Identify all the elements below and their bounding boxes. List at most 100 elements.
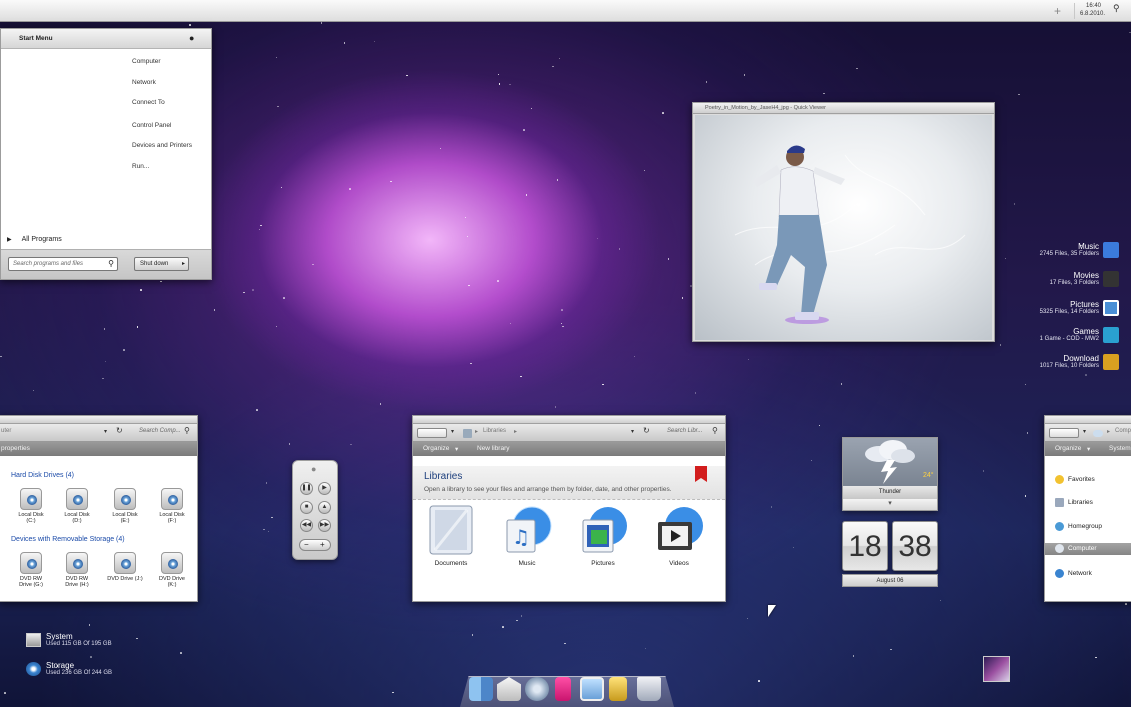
library-label: Pictures [591, 560, 615, 567]
storage-status[interactable]: Storage Used 236 GB Of 244 GB [26, 661, 112, 676]
chevron-down-icon[interactable]: ▾ [631, 428, 634, 439]
pause-button[interactable]: ❚❚ [300, 482, 313, 495]
start-item-network[interactable]: Network [132, 79, 156, 86]
start-item-computer[interactable]: Computer [132, 58, 161, 65]
system-properties-button[interactable]: System [1109, 445, 1131, 452]
eject-button[interactable]: ▲ [318, 501, 331, 514]
side-lib-name: Movies [1073, 271, 1099, 280]
nav-homegroup[interactable]: Homegroup [1045, 521, 1131, 533]
address-bar[interactable]: uter [1, 428, 11, 439]
drive-h[interactable]: DVD RW Drive (H:) [57, 552, 97, 588]
nav-network[interactable]: Network [1045, 568, 1131, 580]
address-bar[interactable]: Libraries [483, 428, 506, 439]
library-documents[interactable]: Documents [421, 504, 481, 567]
library-videos[interactable]: Videos [649, 504, 709, 567]
weather-widget[interactable]: 24° Thunder ▾ [842, 437, 938, 511]
chevron-right-icon[interactable]: ▸ [182, 260, 185, 267]
utilities-icon[interactable] [609, 677, 627, 701]
drive-d[interactable]: Local Disk (D:) [57, 488, 97, 524]
chevron-down-icon[interactable]: ▾ [455, 445, 458, 453]
star [320, 22, 323, 24]
chevron-down-icon[interactable]: ▾ [104, 428, 107, 439]
film-icon[interactable] [1103, 271, 1119, 287]
explorer-titlebar[interactable] [1045, 416, 1131, 424]
shutdown-button[interactable]: Shut down ▸ [134, 257, 189, 271]
chevron-down-icon[interactable]: ▾ [451, 428, 454, 439]
system-status[interactable]: System Used 115 GB Of 195 GB [26, 632, 112, 647]
star [818, 424, 821, 427]
library-pictures[interactable]: Pictures [573, 504, 633, 567]
nav-label: Favorites [1068, 476, 1095, 483]
refresh-icon[interactable]: ↻ [116, 426, 123, 437]
start-item-control-panel[interactable]: Control Panel [132, 122, 171, 129]
search-icon[interactable]: ⚲ [108, 259, 114, 268]
new-library-button[interactable]: New library [477, 445, 510, 452]
start-item-connect-to[interactable]: Connect To [132, 99, 165, 106]
clock-time[interactable]: 16:40 [1086, 3, 1101, 9]
side-lib-movies[interactable]: Movies 17 Files, 3 Folders [1029, 271, 1099, 286]
drive-k[interactable]: DVD Drive (K:) [152, 552, 192, 588]
search-input[interactable]: Search Comp... [139, 428, 181, 439]
start-search-input[interactable]: Search programs and files ⚲ [8, 257, 118, 271]
desktop-thumbnail[interactable] [983, 656, 1010, 682]
quick-viewer-titlebar[interactable]: Poetry_in_Motion_by_JaseH4_jpg - Quick V… [693, 103, 994, 114]
play-button[interactable]: ▶ [318, 482, 331, 495]
chevron-down-icon[interactable]: ▾ [1087, 445, 1090, 453]
address-bar[interactable]: Comp [1115, 428, 1131, 439]
drive-f[interactable]: Local Disk (F:) [152, 488, 192, 524]
trash-icon[interactable] [637, 677, 661, 701]
refresh-icon[interactable]: ↻ [643, 426, 650, 437]
organize-button[interactable]: Organize [423, 445, 449, 452]
search-icon[interactable]: ⚲ [1113, 3, 1120, 14]
search-icon[interactable]: ⚲ [712, 426, 718, 437]
star [747, 358, 749, 361]
drive-c[interactable]: Local Disk (C:) [11, 488, 51, 524]
group-removable-storage[interactable]: Devices with Removable Storage (4) [11, 536, 125, 543]
preview-icon[interactable] [580, 677, 604, 701]
finder-icon[interactable] [469, 677, 493, 701]
star [564, 642, 566, 645]
back-forward-buttons[interactable] [1049, 428, 1079, 438]
start-item-run[interactable]: Run... [132, 163, 149, 170]
group-hard-disk-drives[interactable]: Hard Disk Drives (4) [11, 472, 74, 479]
safari-icon[interactable] [525, 677, 549, 701]
search-input[interactable]: Search Libr... [667, 428, 702, 439]
stop-button[interactable]: ■ [300, 501, 313, 514]
properties-button[interactable]: properties [1, 445, 30, 452]
volume-control[interactable]: − + [299, 539, 331, 551]
drive-e[interactable]: Local Disk (E:) [105, 488, 145, 524]
chevron-down-icon[interactable]: ▾ [843, 499, 937, 510]
search-icon[interactable]: ⚲ [184, 426, 190, 437]
rewind-button[interactable]: ◀◀ [300, 519, 313, 532]
side-lib-music[interactable]: Music 2745 Files, 35 Folders [1029, 242, 1099, 257]
library-music[interactable]: ♫ Music [497, 504, 557, 567]
back-forward-buttons[interactable] [417, 428, 447, 438]
nav-libraries[interactable]: Libraries [1045, 497, 1131, 509]
drive-g[interactable]: DVD RW Drive (G:) [11, 552, 51, 588]
star [561, 309, 563, 311]
start-item-devices-printers[interactable]: Devices and Printers [132, 142, 192, 149]
explorer-titlebar[interactable] [0, 416, 197, 424]
nav-favorites[interactable]: Favorites [1045, 474, 1131, 486]
download-icon[interactable] [1103, 354, 1119, 370]
side-lib-games[interactable]: Games 1 Game - COD - MW2 [1029, 327, 1099, 342]
side-lib-download[interactable]: Download 1017 Files, 10 Folders [1029, 354, 1099, 369]
volume-up-icon[interactable]: + [320, 540, 325, 550]
nav-computer[interactable]: Computer [1045, 543, 1131, 555]
explorer-titlebar[interactable] [413, 416, 725, 424]
side-lib-pictures[interactable]: Pictures 5325 Files, 14 Folders [1029, 300, 1099, 315]
volume-down-icon[interactable]: − [304, 540, 309, 550]
flip-clock-widget[interactable]: 18 38 August 06 [842, 521, 938, 587]
picture-icon[interactable] [1103, 300, 1119, 316]
games-icon[interactable] [1103, 327, 1119, 343]
clock-date[interactable]: 6.8.2010. [1080, 11, 1105, 17]
all-programs[interactable]: ▶ All Programs [7, 236, 62, 243]
star [1125, 603, 1127, 605]
chevron-down-icon[interactable]: ▾ [1083, 428, 1086, 439]
plus-icon[interactable]: + [1054, 4, 1061, 18]
ipod-icon[interactable] [555, 677, 571, 701]
fast-forward-button[interactable]: ▶▶ [318, 519, 331, 532]
music-icon[interactable] [1103, 242, 1119, 258]
organize-button[interactable]: Organize [1055, 445, 1081, 452]
drive-j[interactable]: DVD Drive (J:) [105, 552, 145, 582]
